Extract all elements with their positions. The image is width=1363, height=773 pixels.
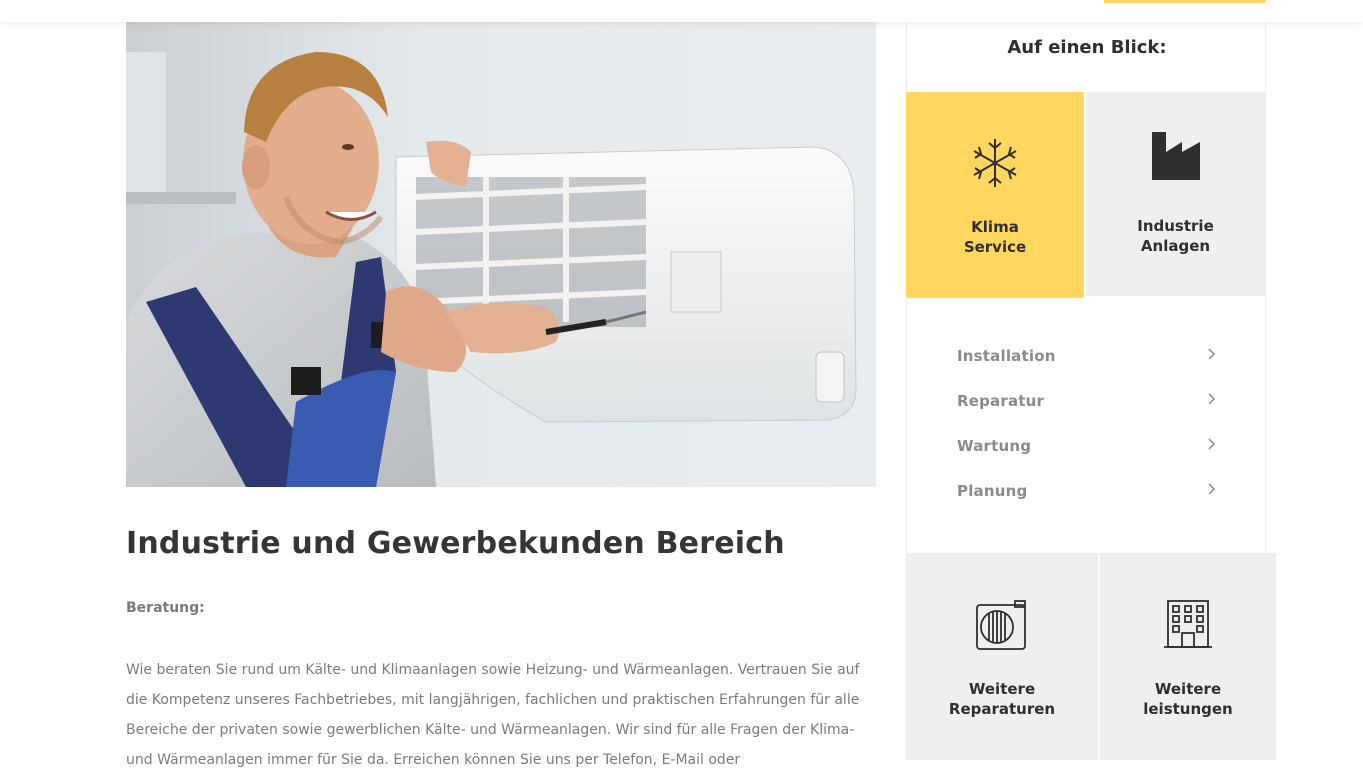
hero-image xyxy=(126,22,876,487)
tile-rep-label-2: Reparaturen xyxy=(948,700,1056,718)
tile-weitere-reparaturen[interactable]: Weitere Reparaturen xyxy=(906,553,1098,760)
menu-item-wartung[interactable]: Wartung xyxy=(957,430,1217,460)
menu-label-wartung: Wartung xyxy=(957,437,1032,455)
tile-klima-label-1: Klima xyxy=(971,218,1019,236)
tile-leist-label-1: Weitere xyxy=(1154,680,1222,698)
section-label-beratung: Beratung: xyxy=(126,600,205,616)
menu-item-installation[interactable]: Installation xyxy=(957,340,1217,370)
chevron-right-icon xyxy=(1208,348,1216,360)
menu-item-reparatur[interactable]: Reparatur xyxy=(957,385,1217,415)
sidebar-title: Auf einen Blick: xyxy=(1007,37,1167,58)
menu-item-planung[interactable]: Planung xyxy=(957,475,1217,505)
tile-industrie-anlagen[interactable]: Industrie Anlagen xyxy=(1086,92,1265,296)
top-header-bar xyxy=(0,0,1363,22)
chevron-right-icon xyxy=(1208,483,1216,495)
body-paragraph: Wie beraten Sie rund um Kälte- und Klima… xyxy=(126,662,860,768)
tile-klima-label-2: Service xyxy=(963,238,1027,256)
tile-industrie-label-2: Anlagen xyxy=(1140,237,1211,255)
page-heading: Industrie und Gewerbekunden Bereich xyxy=(126,526,785,561)
tile-rep-label-1: Weitere xyxy=(968,680,1036,698)
tile-weitere-leistungen[interactable]: Weitere leistungen xyxy=(1100,553,1276,760)
menu-label-planung: Planung xyxy=(957,482,1028,500)
menu-label-installation: Installation xyxy=(957,347,1056,365)
building-icon xyxy=(1162,599,1214,655)
tile-leist-label-2: leistungen xyxy=(1143,700,1233,718)
chevron-right-icon xyxy=(1208,393,1216,405)
snowflake-icon xyxy=(968,136,1022,194)
header-accent-bar xyxy=(1104,0,1266,3)
chevron-right-icon xyxy=(1208,438,1216,450)
tile-klima-service[interactable]: Klima Service xyxy=(906,92,1084,298)
menu-label-reparatur: Reparatur xyxy=(957,392,1045,410)
tile-industrie-label-1: Industrie xyxy=(1137,217,1214,235)
ac-unit-icon xyxy=(975,599,1029,655)
factory-icon xyxy=(1150,130,1202,186)
